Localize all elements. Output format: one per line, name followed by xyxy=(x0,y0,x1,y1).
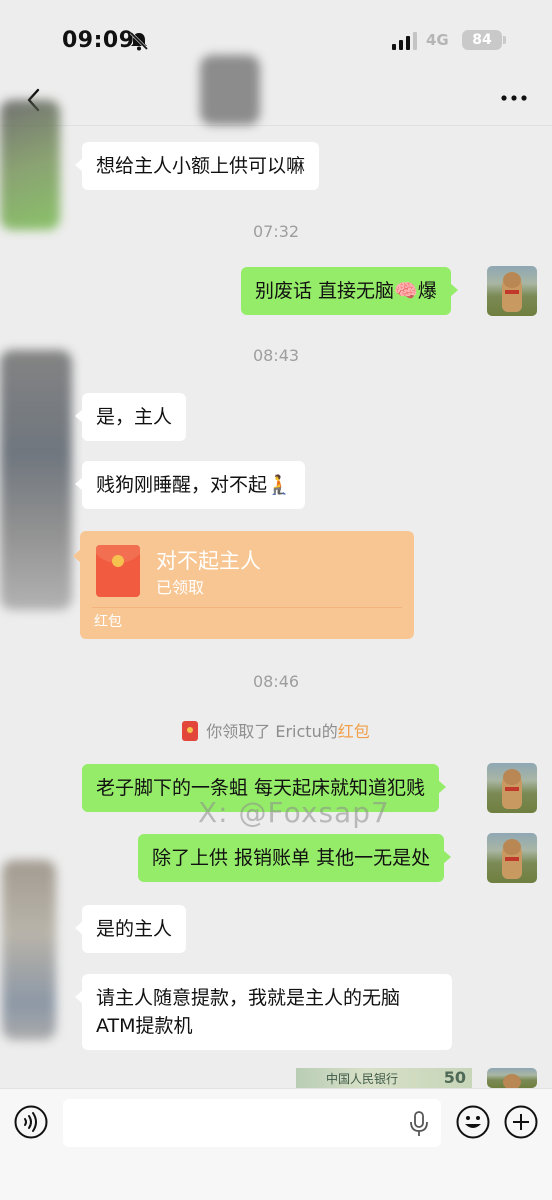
plus-icon[interactable] xyxy=(504,1105,538,1139)
red-packet-label: 红包 xyxy=(94,614,122,630)
red-packet-link[interactable]: 红包 xyxy=(338,722,370,741)
message-received-1[interactable]: 想给主人小额上供可以嘛 xyxy=(74,142,320,190)
banknote-value: 50 xyxy=(443,1068,466,1087)
avatar-self[interactable] xyxy=(487,833,537,883)
red-packet-status: 已领取 xyxy=(156,578,205,597)
message-input[interactable] xyxy=(63,1099,441,1147)
message-received-4[interactable]: 是的主人 xyxy=(74,905,187,953)
notice-prefix: 你领取了 xyxy=(206,722,271,741)
more-dots-icon[interactable] xyxy=(498,88,530,108)
system-notice: 你领取了 Erictu的红包 xyxy=(0,718,552,742)
avatar-self[interactable] xyxy=(487,1068,537,1088)
network-type: 4G xyxy=(426,31,449,49)
message-sent-3[interactable]: 除了上供 报销账单 其他一无是处 xyxy=(138,834,452,882)
red-packet-icon xyxy=(96,545,140,597)
timestamp: 07:32 xyxy=(252,222,300,241)
battery-indicator: 84 xyxy=(462,30,506,50)
message-received-2[interactable]: 是，主人 xyxy=(74,393,187,441)
divider xyxy=(92,607,402,608)
mic-icon[interactable] xyxy=(409,1111,429,1137)
status-time: 09:09 xyxy=(62,28,135,53)
avatar-self[interactable] xyxy=(487,763,537,813)
notice-name: Erictu xyxy=(275,722,322,741)
banknote-image-message[interactable]: 中国人民银行 50 xyxy=(296,1068,472,1090)
message-received-5[interactable]: 请主人随意提款，我就是主人的无脑ATM提款机 xyxy=(75,974,452,1050)
red-packet-small-icon xyxy=(182,721,199,741)
avatar-self[interactable] xyxy=(487,266,537,316)
input-bar xyxy=(0,1088,552,1200)
bell-muted-icon xyxy=(129,31,149,51)
blurred-avatar-1 xyxy=(0,100,60,230)
watermark-text: X: @Foxsap7 xyxy=(198,796,390,829)
blurred-avatar-2 xyxy=(0,350,72,610)
status-bar: 09:09 4G 84 xyxy=(0,0,552,80)
signal-icon xyxy=(392,32,417,50)
timestamp: 08:46 xyxy=(252,672,300,691)
blurred-avatar-3 xyxy=(2,860,56,1040)
timestamp: 08:43 xyxy=(252,346,300,365)
banknote-text: 中国人民银行 xyxy=(326,1072,399,1086)
notice-mid: 的 xyxy=(321,722,338,741)
red-packet-message[interactable]: 对不起主人 已领取 红包 xyxy=(73,531,414,639)
message-received-3[interactable]: 贱狗刚睡醒，对不起🧎 xyxy=(75,461,305,509)
voice-icon[interactable] xyxy=(14,1105,48,1139)
blurred-header-mark xyxy=(200,55,260,125)
emoji-icon[interactable] xyxy=(456,1105,490,1139)
red-packet-title: 对不起主人 xyxy=(156,549,261,573)
message-sent-1[interactable]: 别废话 直接无脑🧠爆 xyxy=(241,267,458,315)
chat-nav-bar xyxy=(0,80,552,126)
